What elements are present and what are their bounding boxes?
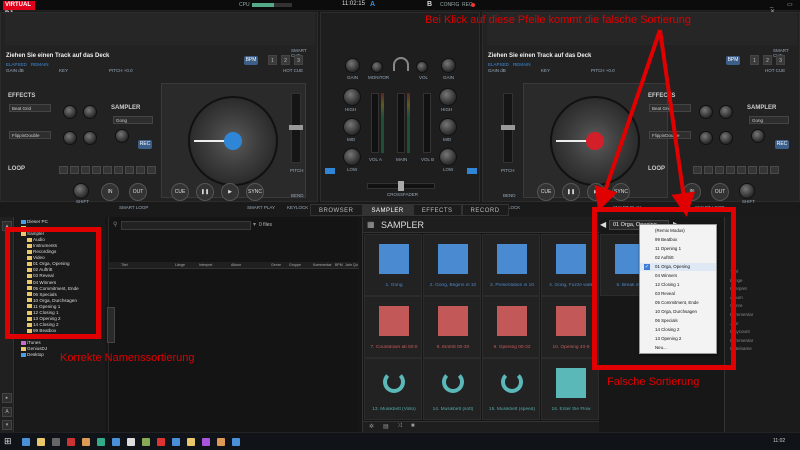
- arrow-to-right-button: [658, 29, 696, 217]
- taskbar-app-icon[interactable]: [187, 438, 195, 446]
- taskbar-app-icon[interactable]: [127, 438, 135, 446]
- arrow-to-left-button: [594, 29, 662, 212]
- windows-start-icon[interactable]: ⊞: [4, 436, 12, 447]
- taskbar-app-icon[interactable]: [52, 438, 60, 446]
- taskbar-app-icon[interactable]: [112, 438, 120, 446]
- windows-taskbar: ⊞ 11:02: [0, 432, 800, 450]
- taskbar-app-icon[interactable]: [172, 438, 180, 446]
- taskbar-app-icon[interactable]: [232, 438, 240, 446]
- taskbar-app-icon[interactable]: [67, 438, 75, 446]
- taskbar-clock: 11:02: [773, 438, 786, 444]
- taskbar-app-icon[interactable]: [142, 438, 150, 446]
- annotation-arrows: [594, 29, 696, 217]
- taskbar-app-icon[interactable]: [202, 438, 210, 446]
- taskbar-app-icon[interactable]: [22, 438, 30, 446]
- taskbar-app-icon[interactable]: [217, 438, 225, 446]
- taskbar-app-icon[interactable]: [157, 438, 165, 446]
- taskbar-app-icon[interactable]: [82, 438, 90, 446]
- taskbar-app-icon[interactable]: [97, 438, 105, 446]
- taskbar-app-icon[interactable]: [37, 438, 45, 446]
